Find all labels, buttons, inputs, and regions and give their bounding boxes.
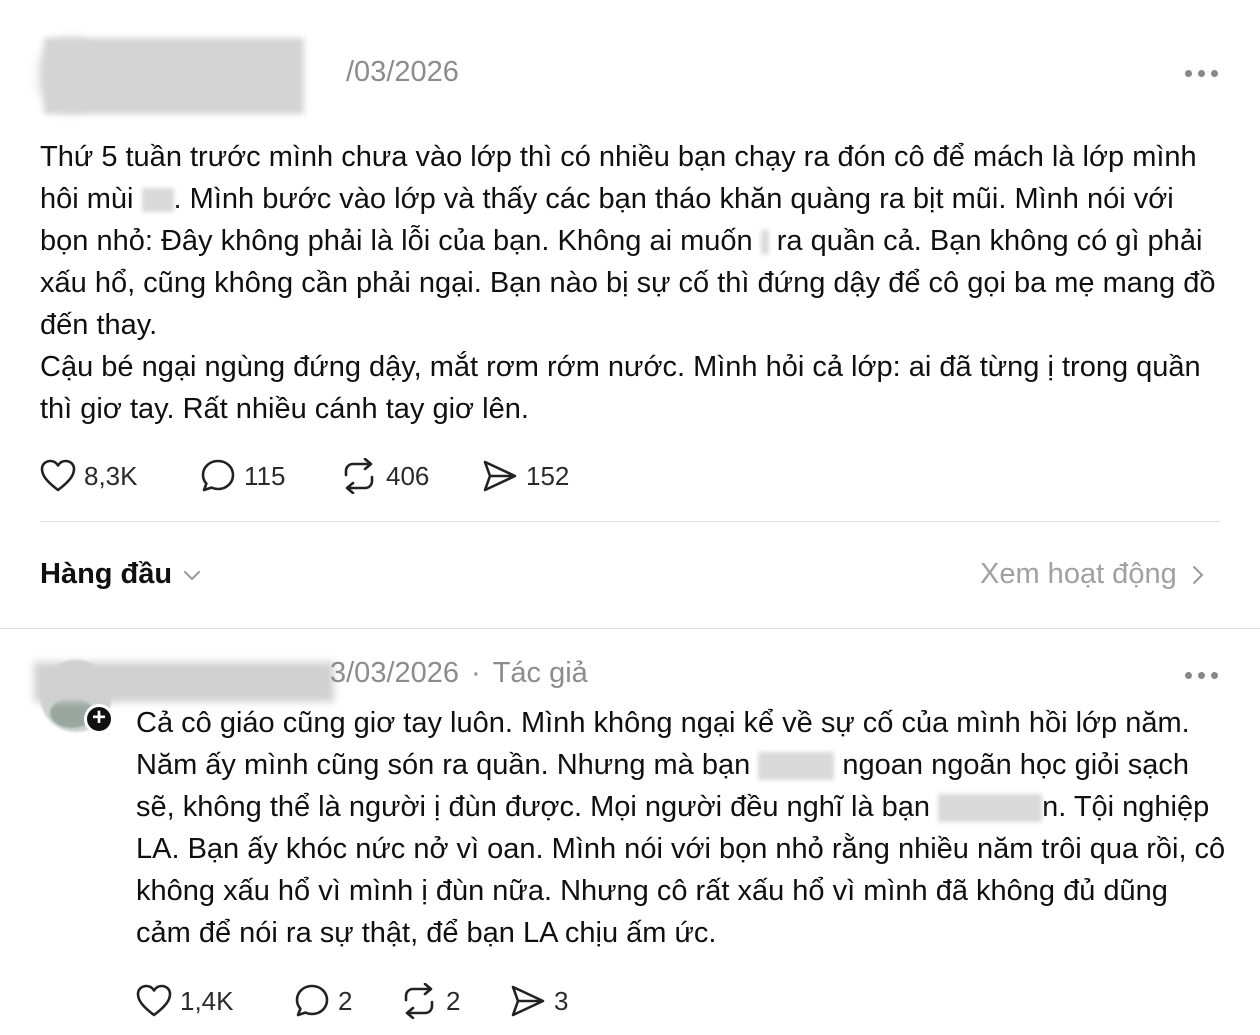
- sort-dropdown[interactable]: Hàng đầu: [40, 558, 202, 591]
- like-button[interactable]: 8,3K: [40, 459, 200, 493]
- view-activity-link[interactable]: Xem hoạt động: [980, 558, 1205, 591]
- share-icon: [483, 460, 517, 492]
- heart-icon: [136, 984, 172, 1017]
- redacted-word: [760, 230, 769, 255]
- reply-meta: 3/03/2026 · Tác giả: [330, 657, 588, 689]
- reply-actions: 1,4K 2 2 3: [136, 983, 610, 1019]
- reply-share-button[interactable]: 3: [510, 984, 610, 1018]
- share-button[interactable]: 152: [482, 459, 622, 493]
- redacted-name: [938, 794, 1043, 823]
- comment-icon: [295, 984, 329, 1017]
- reply-repost-button[interactable]: 2: [400, 983, 510, 1019]
- post-actions: 8,3K 115 406 152: [40, 458, 622, 494]
- repost-icon: [344, 458, 374, 494]
- post-paragraph-2: Cậu bé ngại ngùng đứng dậy, mắt rơm rớm …: [40, 351, 1201, 425]
- post-divider: [40, 521, 1220, 522]
- section-divider: [0, 628, 1260, 629]
- reply-body: Cả cô giáo cũng giơ tay luôn. Mình không…: [136, 707, 1226, 949]
- heart-icon: [40, 459, 76, 492]
- redacted-name: [758, 752, 835, 781]
- post-body: Thứ 5 tuần trước mình chưa vào lớp thì c…: [40, 136, 1220, 430]
- share-icon: [511, 985, 545, 1017]
- reply-comment-button[interactable]: 2: [294, 983, 400, 1019]
- chevron-down-icon: [184, 570, 201, 580]
- comment-button[interactable]: 115: [200, 458, 340, 494]
- comment-icon: [201, 459, 235, 492]
- reply-like-button[interactable]: 1,4K: [136, 984, 294, 1018]
- reply-author-name-blurred[interactable]: [34, 662, 334, 702]
- repost-icon: [404, 983, 434, 1019]
- repost-button[interactable]: 406: [340, 458, 482, 494]
- chevron-right-icon: [1192, 565, 1204, 584]
- post-more-icon[interactable]: [1185, 70, 1218, 77]
- author-tag: Tác giả: [492, 657, 588, 689]
- post-date: /03/2026: [346, 56, 459, 88]
- reply-more-icon[interactable]: [1185, 672, 1218, 679]
- reply-date: 3/03/2026: [330, 657, 460, 689]
- redacted-word: [141, 188, 174, 213]
- author-name-blurred[interactable]: [44, 38, 304, 114]
- follow-plus-icon[interactable]: +: [84, 704, 114, 734]
